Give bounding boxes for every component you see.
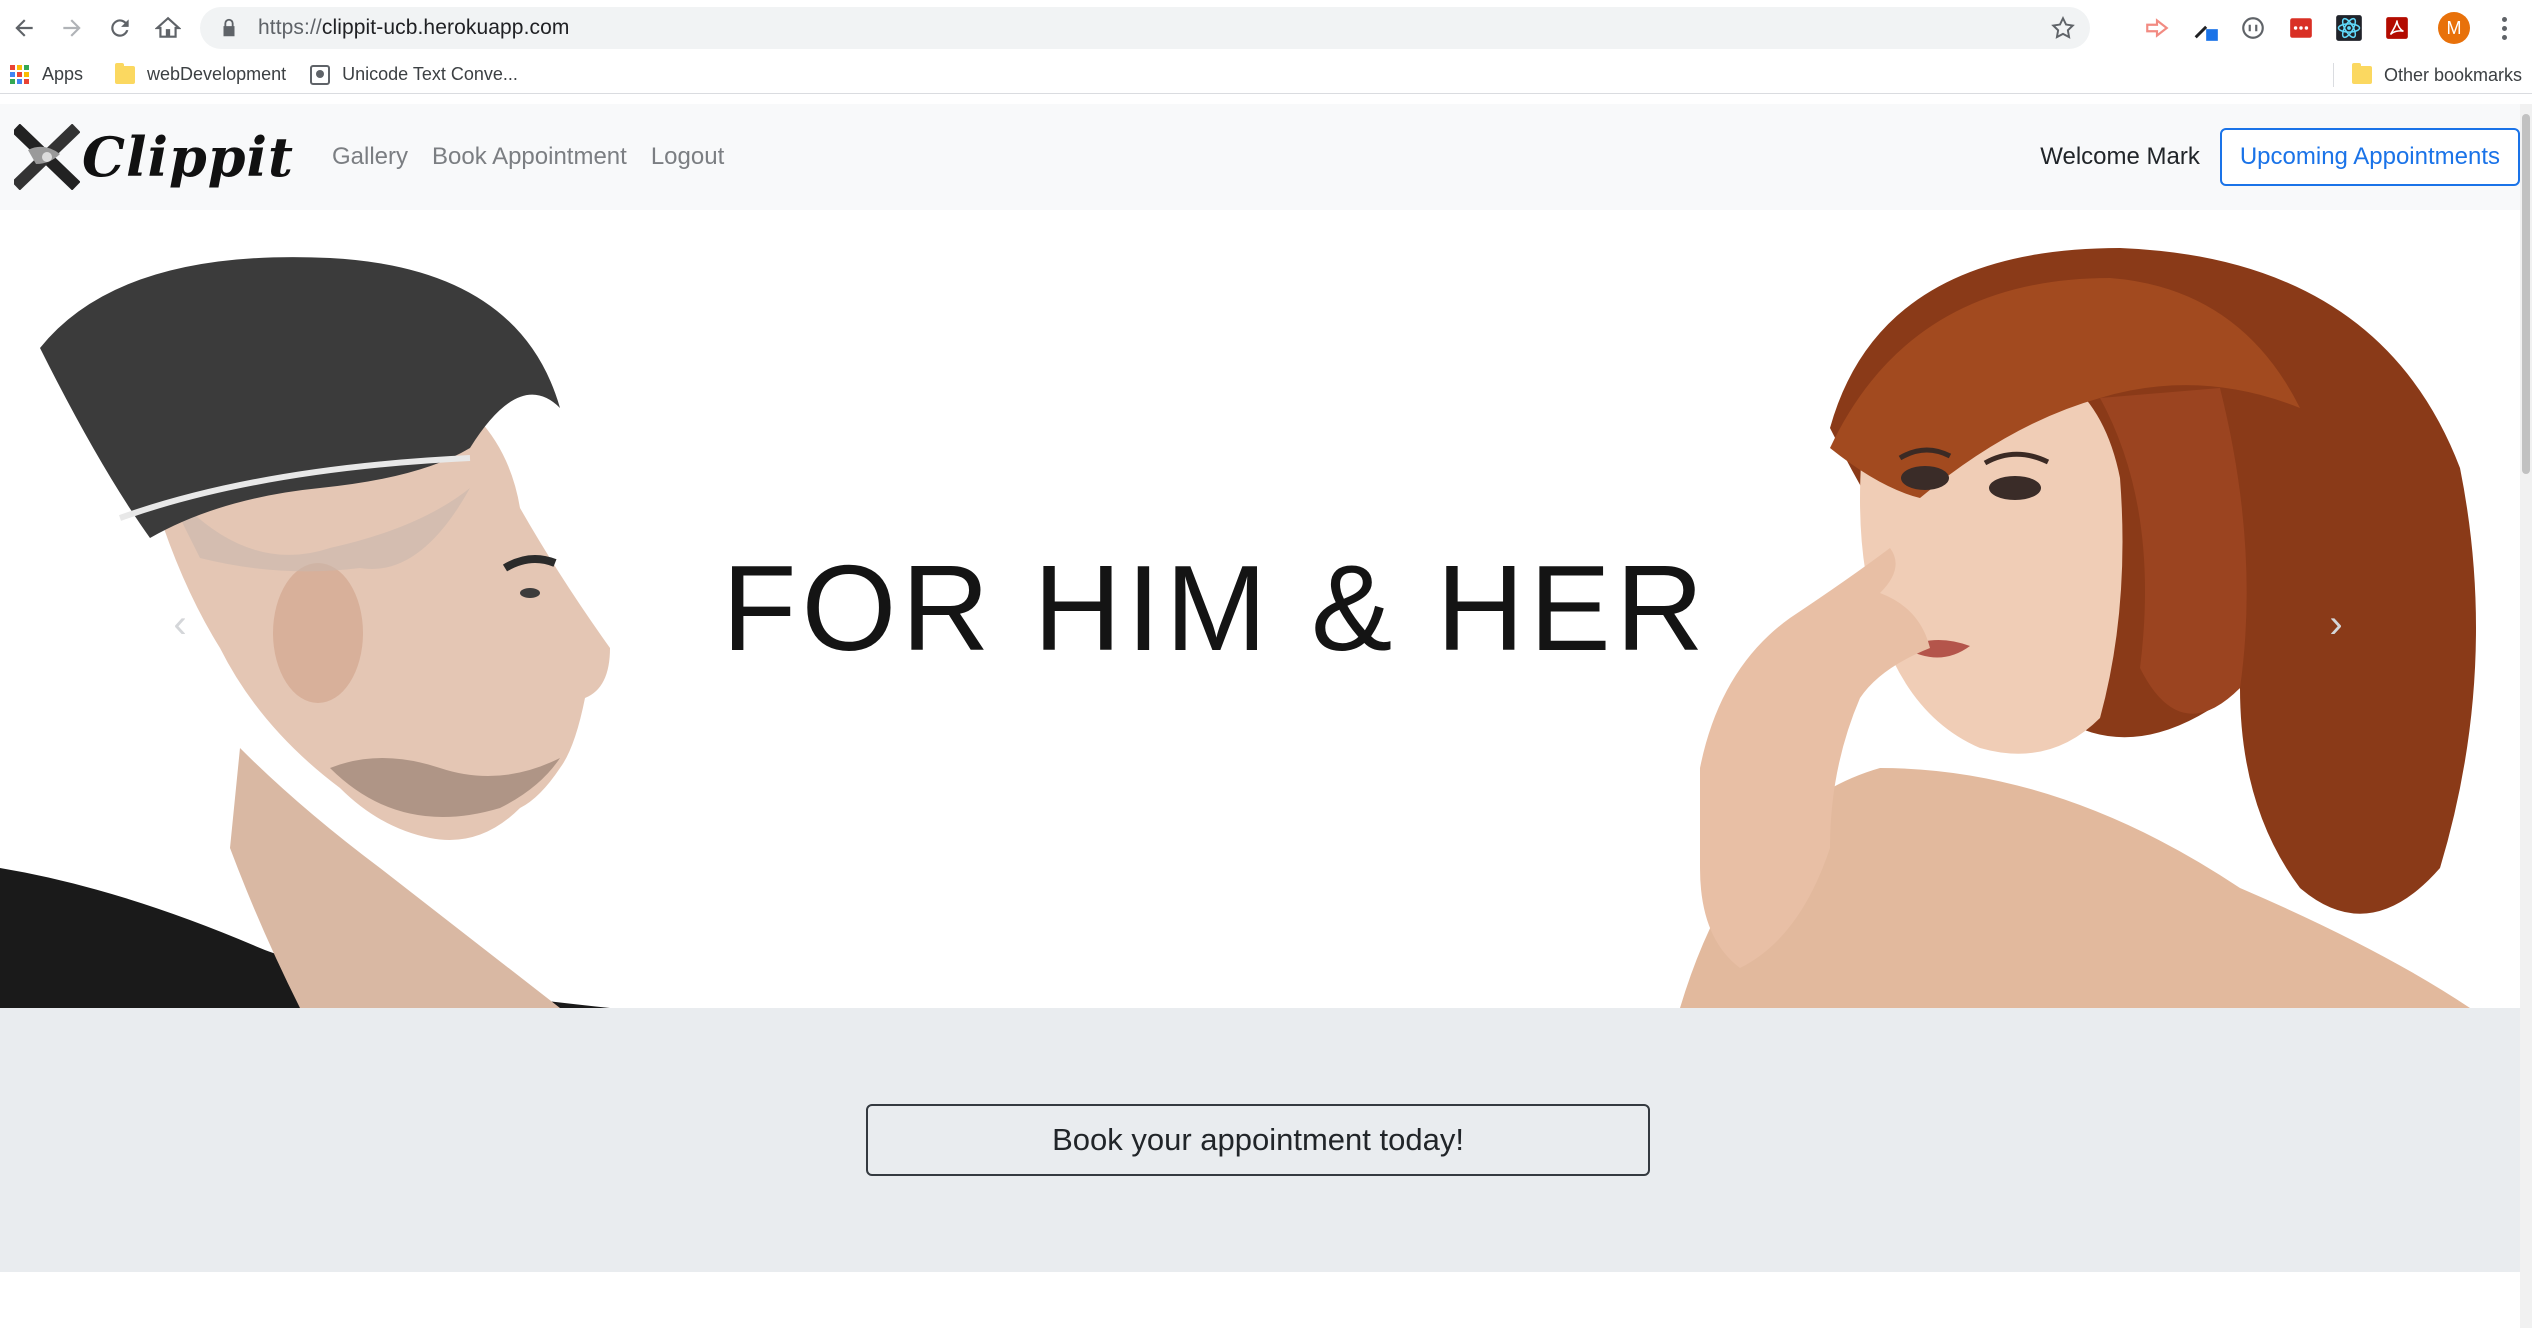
brand-name: Clippit — [82, 125, 294, 189]
page-scrollbar[interactable] — [2520, 104, 2532, 1328]
nav-link-logout[interactable]: Logout — [651, 143, 724, 171]
browser-toolbar: https://clippit-ucb.herokuapp.com M — [0, 0, 2532, 56]
arrow-left-icon — [15, 19, 33, 37]
extension-circle-icon[interactable] — [2236, 11, 2270, 45]
bookmark-star-icon[interactable] — [2050, 15, 2076, 41]
bookmark-webdevelopment[interactable]: webDevelopment — [105, 56, 296, 94]
reload-icon — [111, 19, 129, 37]
back-button[interactable] — [0, 4, 48, 52]
bookmark-label: Other bookmarks — [2383, 64, 2522, 85]
extensions-area: M — [2140, 10, 2514, 46]
lock-icon — [223, 18, 235, 37]
folder-icon — [2351, 63, 2372, 84]
site-navbar: Clippit Gallery Book Appointment Logout … — [0, 104, 2520, 210]
reload-button[interactable] — [96, 4, 144, 52]
nav-link-gallery[interactable]: Gallery — [332, 143, 408, 171]
apps-grid-icon — [10, 64, 30, 85]
hero-headline: FOR HIM & HER — [722, 540, 1709, 676]
browser-menu-icon[interactable] — [2494, 11, 2514, 45]
bookmarks-bar: Apps webDevelopment Unicode Text Conve..… — [0, 56, 2532, 94]
scrollbar-thumb[interactable] — [2522, 114, 2530, 474]
brand-logo[interactable]: Clippit — [14, 124, 294, 190]
bookmark-unicode-converter[interactable]: Unicode Text Conve... — [300, 56, 528, 94]
extension-arrow-icon[interactable] — [2140, 11, 2174, 45]
extension-eyedropper-icon[interactable] — [2188, 11, 2222, 45]
home-icon — [155, 16, 181, 38]
bookmark-label: Apps — [42, 64, 84, 84]
nav-link-book-appointment[interactable]: Book Appointment — [432, 143, 627, 171]
book-appointment-cta-button[interactable]: Book your appointment today! — [866, 1104, 1650, 1176]
bookmark-label: webDevelopment — [147, 64, 287, 84]
carousel-prev-icon[interactable]: ‹ — [160, 602, 200, 646]
welcome-text: Welcome Mark — [2040, 143, 2200, 170]
nav-links: Gallery Book Appointment Logout — [332, 143, 724, 171]
bookmarks-divider — [2332, 63, 2334, 87]
upcoming-appointments-button[interactable]: Upcoming Appointments — [2219, 128, 2520, 186]
man-portrait-image — [0, 257, 610, 1008]
url-text: https://clippit-ucb.herokuapp.com — [258, 16, 570, 39]
extension-react-icon[interactable] — [2332, 11, 2366, 45]
nav-right: Welcome Mark Upcoming Appointments — [2040, 128, 2520, 186]
folder-icon — [115, 62, 136, 84]
arrow-right-icon — [63, 19, 81, 37]
bookmark-other[interactable]: Other bookmarks — [2342, 56, 2532, 94]
carousel-next-icon[interactable]: › — [2316, 602, 2356, 646]
cta-section: Book your appointment today! — [0, 1008, 2520, 1272]
address-bar[interactable]: https://clippit-ucb.herokuapp.com — [200, 7, 2090, 49]
bookmark-label: Unicode Text Conve... — [342, 64, 518, 84]
page-icon — [310, 64, 331, 85]
extension-red-dots-icon[interactable] — [2284, 11, 2318, 45]
scissors-logo-icon — [14, 124, 80, 190]
hero-carousel: ‹ FOR HIM & HER › — [0, 248, 2520, 1008]
profile-avatar[interactable]: M — [2438, 12, 2470, 44]
home-button[interactable] — [144, 4, 192, 52]
forward-button[interactable] — [48, 4, 96, 52]
woman-portrait-image — [1680, 248, 2476, 1008]
bookmark-apps[interactable]: Apps — [0, 56, 93, 94]
extension-acrobat-icon[interactable] — [2380, 11, 2414, 45]
